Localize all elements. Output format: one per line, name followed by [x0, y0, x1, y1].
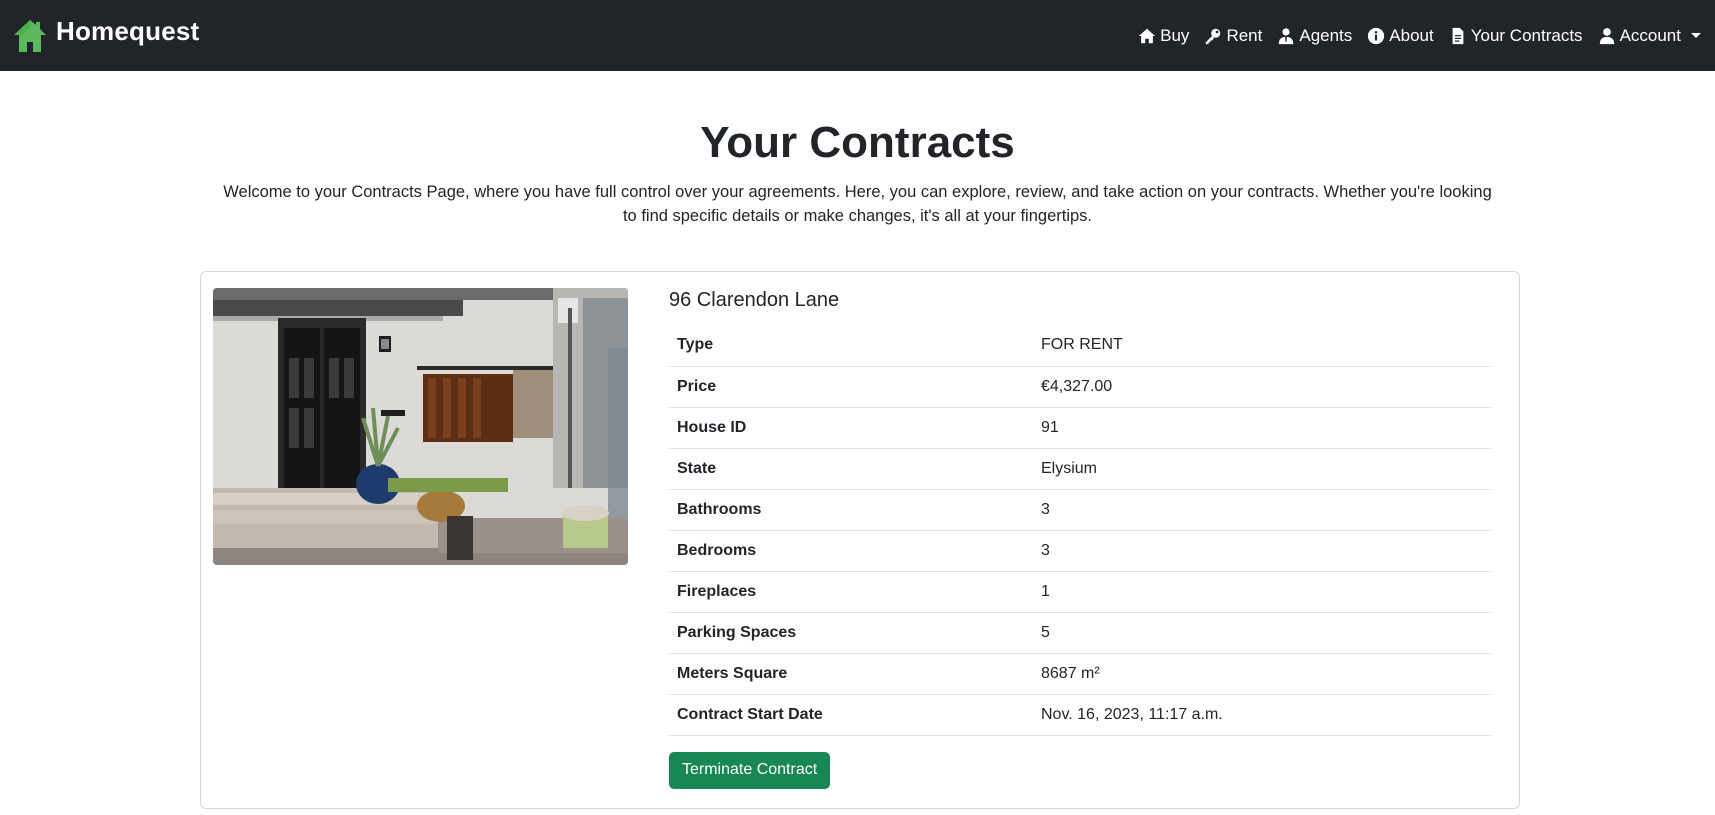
row-label: Bedrooms	[669, 530, 1033, 572]
table-row: Contract Start Date Nov. 16, 2023, 11:17 …	[669, 694, 1491, 736]
table-row: Meters Square 8687 m²	[669, 653, 1491, 695]
agent-icon	[1279, 27, 1294, 44]
nav-your-contracts-label: Your Contracts	[1470, 25, 1583, 45]
row-value: 91	[1033, 407, 1491, 449]
nav-links: Buy Rent Agents About Your Contracts Acc…	[1138, 26, 1703, 46]
row-label: Type	[669, 325, 1033, 367]
nav-buy[interactable]: Buy	[1138, 26, 1189, 46]
row-value: 8687 m²	[1033, 653, 1491, 695]
property-address: 96 Clarendon Lane	[669, 289, 840, 311]
contract-specs-table: Type FOR RENT Price €4,327.00 House ID 91 S…	[669, 325, 1491, 736]
key-icon	[1206, 28, 1221, 44]
nav-agents[interactable]: Agents	[1277, 26, 1352, 46]
row-label: Price	[669, 366, 1033, 408]
row-label: Parking Spaces	[669, 612, 1033, 654]
table-row: House ID 91	[669, 407, 1491, 449]
nav-account-label: Account	[1619, 25, 1681, 45]
house-icon	[14, 19, 46, 52]
table-row: Parking Spaces 5	[669, 612, 1491, 654]
contract-card: 96 Clarendon Lane Type FOR RENT Price €4,3…	[200, 271, 1520, 809]
row-value: 5	[1033, 612, 1491, 654]
chevron-down-icon	[1691, 33, 1701, 38]
nav-about[interactable]: About	[1367, 25, 1434, 46]
table-row: Type FOR RENT	[669, 325, 1491, 367]
row-value: 1	[1033, 571, 1491, 613]
row-value: Nov. 16, 2023, 11:17 a.m.	[1033, 694, 1491, 736]
row-label: Contract Start Date	[669, 694, 1033, 736]
user-icon	[1599, 27, 1614, 44]
brand-name: Homequest	[56, 16, 200, 46]
row-value: FOR RENT	[1033, 325, 1491, 367]
row-value: Elysium	[1033, 448, 1491, 490]
row-label: Meters Square	[669, 653, 1033, 695]
page-intro: Welcome to your Contracts Page, where yo…	[223, 182, 1492, 225]
nav-rent-label: Rent	[1226, 25, 1263, 45]
nav-rent[interactable]: Rent	[1204, 26, 1262, 46]
terminate-contract-button[interactable]: Terminate Contract	[669, 751, 831, 789]
row-label: State	[669, 448, 1033, 490]
row-value: 3	[1033, 530, 1491, 572]
house-image	[213, 288, 628, 565]
row-value: €4,327.00	[1033, 366, 1491, 408]
nav-about-label: About	[1389, 25, 1434, 45]
info-icon	[1368, 27, 1385, 44]
document-icon	[1452, 27, 1464, 44]
table-row: State Elysium	[669, 448, 1491, 490]
navbar: Homequest Buy Rent Agents About Your Con…	[0, 0, 1715, 71]
table-row: Price €4,327.00	[669, 366, 1491, 408]
house-photo	[213, 288, 628, 565]
table-row: Fireplaces 1	[669, 571, 1491, 613]
contract-details: 96 Clarendon Lane Type FOR RENT Price €4,3…	[669, 288, 1491, 789]
page-header: Your Contracts Welcome to your Contracts…	[0, 71, 1715, 228]
nav-agents-label: Agents	[1299, 25, 1353, 45]
table-row: Bedrooms 3	[669, 530, 1491, 572]
row-label: Bathrooms	[669, 489, 1033, 531]
row-label: Fireplaces	[669, 571, 1033, 613]
nav-buy-label: Buy	[1160, 25, 1190, 45]
row-label: House ID	[669, 407, 1033, 449]
table-row: Bathrooms 3	[669, 489, 1491, 531]
nav-your-contracts[interactable]: Your Contracts	[1449, 26, 1583, 46]
row-value: 3	[1033, 489, 1491, 531]
page-title: Your Contracts	[700, 118, 1015, 167]
nav-account-dropdown[interactable]: Account	[1598, 26, 1701, 46]
brand-link[interactable]: Homequest	[12, 16, 200, 54]
home-icon	[1139, 28, 1156, 43]
